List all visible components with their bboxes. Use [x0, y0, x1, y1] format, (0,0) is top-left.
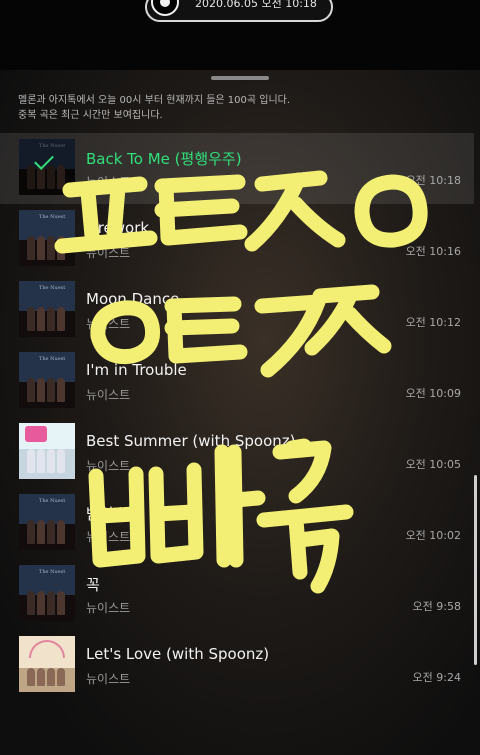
handwriting-overlay [54, 170, 428, 594]
